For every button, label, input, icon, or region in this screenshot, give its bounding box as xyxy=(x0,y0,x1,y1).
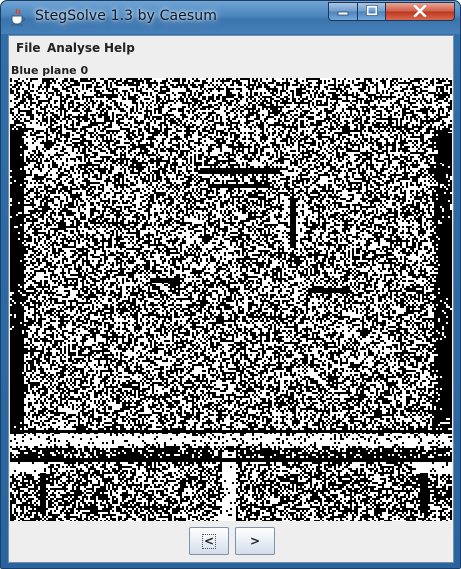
maximize-button[interactable] xyxy=(357,2,386,21)
previous-plane-button[interactable]: < xyxy=(189,527,229,555)
solid-block-10 xyxy=(40,473,46,513)
next-plane-button[interactable]: > xyxy=(235,527,275,555)
solid-block-0 xyxy=(10,130,20,170)
solid-block-7 xyxy=(210,184,270,188)
solid-block-1 xyxy=(10,228,18,288)
stegsolve-window: StegSolve 1.3 by Caesum File Analyse Hel… xyxy=(0,0,461,569)
minimize-icon xyxy=(337,5,349,19)
solid-block-13 xyxy=(150,278,180,283)
noise-pixels xyxy=(10,78,452,521)
window-title: StegSolve 1.3 by Caesum xyxy=(35,8,217,24)
close-button[interactable] xyxy=(385,2,455,21)
plane-label: Blue plane 0 xyxy=(11,64,89,77)
solid-block-2 xyxy=(10,338,22,408)
previous-plane-label: < xyxy=(201,533,217,549)
solid-block-14 xyxy=(310,288,350,293)
title-bar[interactable]: StegSolve 1.3 by Caesum xyxy=(1,1,460,34)
maximize-icon xyxy=(365,4,378,19)
menu-analyse[interactable]: Analyse xyxy=(47,41,100,55)
solid-block-11 xyxy=(420,473,428,513)
next-plane-label: > xyxy=(249,534,261,548)
solid-block-9 xyxy=(10,458,452,462)
minimize-button[interactable] xyxy=(328,2,358,21)
menu-file[interactable]: File xyxy=(16,41,41,55)
menu-bar: File Analyse Help xyxy=(9,36,453,61)
close-icon xyxy=(413,3,427,21)
solid-block-3 xyxy=(438,133,452,163)
solid-block-6 xyxy=(200,168,280,174)
image-view xyxy=(10,78,452,521)
solid-block-12 xyxy=(290,198,296,248)
solid-block-8 xyxy=(10,430,452,433)
java-cup-icon[interactable] xyxy=(10,8,26,26)
client-area: File Analyse Help Blue plane 0 < > xyxy=(8,35,454,563)
bit-plane-image xyxy=(10,78,452,521)
menu-help[interactable]: Help xyxy=(104,41,135,55)
solid-block-5 xyxy=(442,338,452,418)
solid-block-4 xyxy=(440,228,452,298)
